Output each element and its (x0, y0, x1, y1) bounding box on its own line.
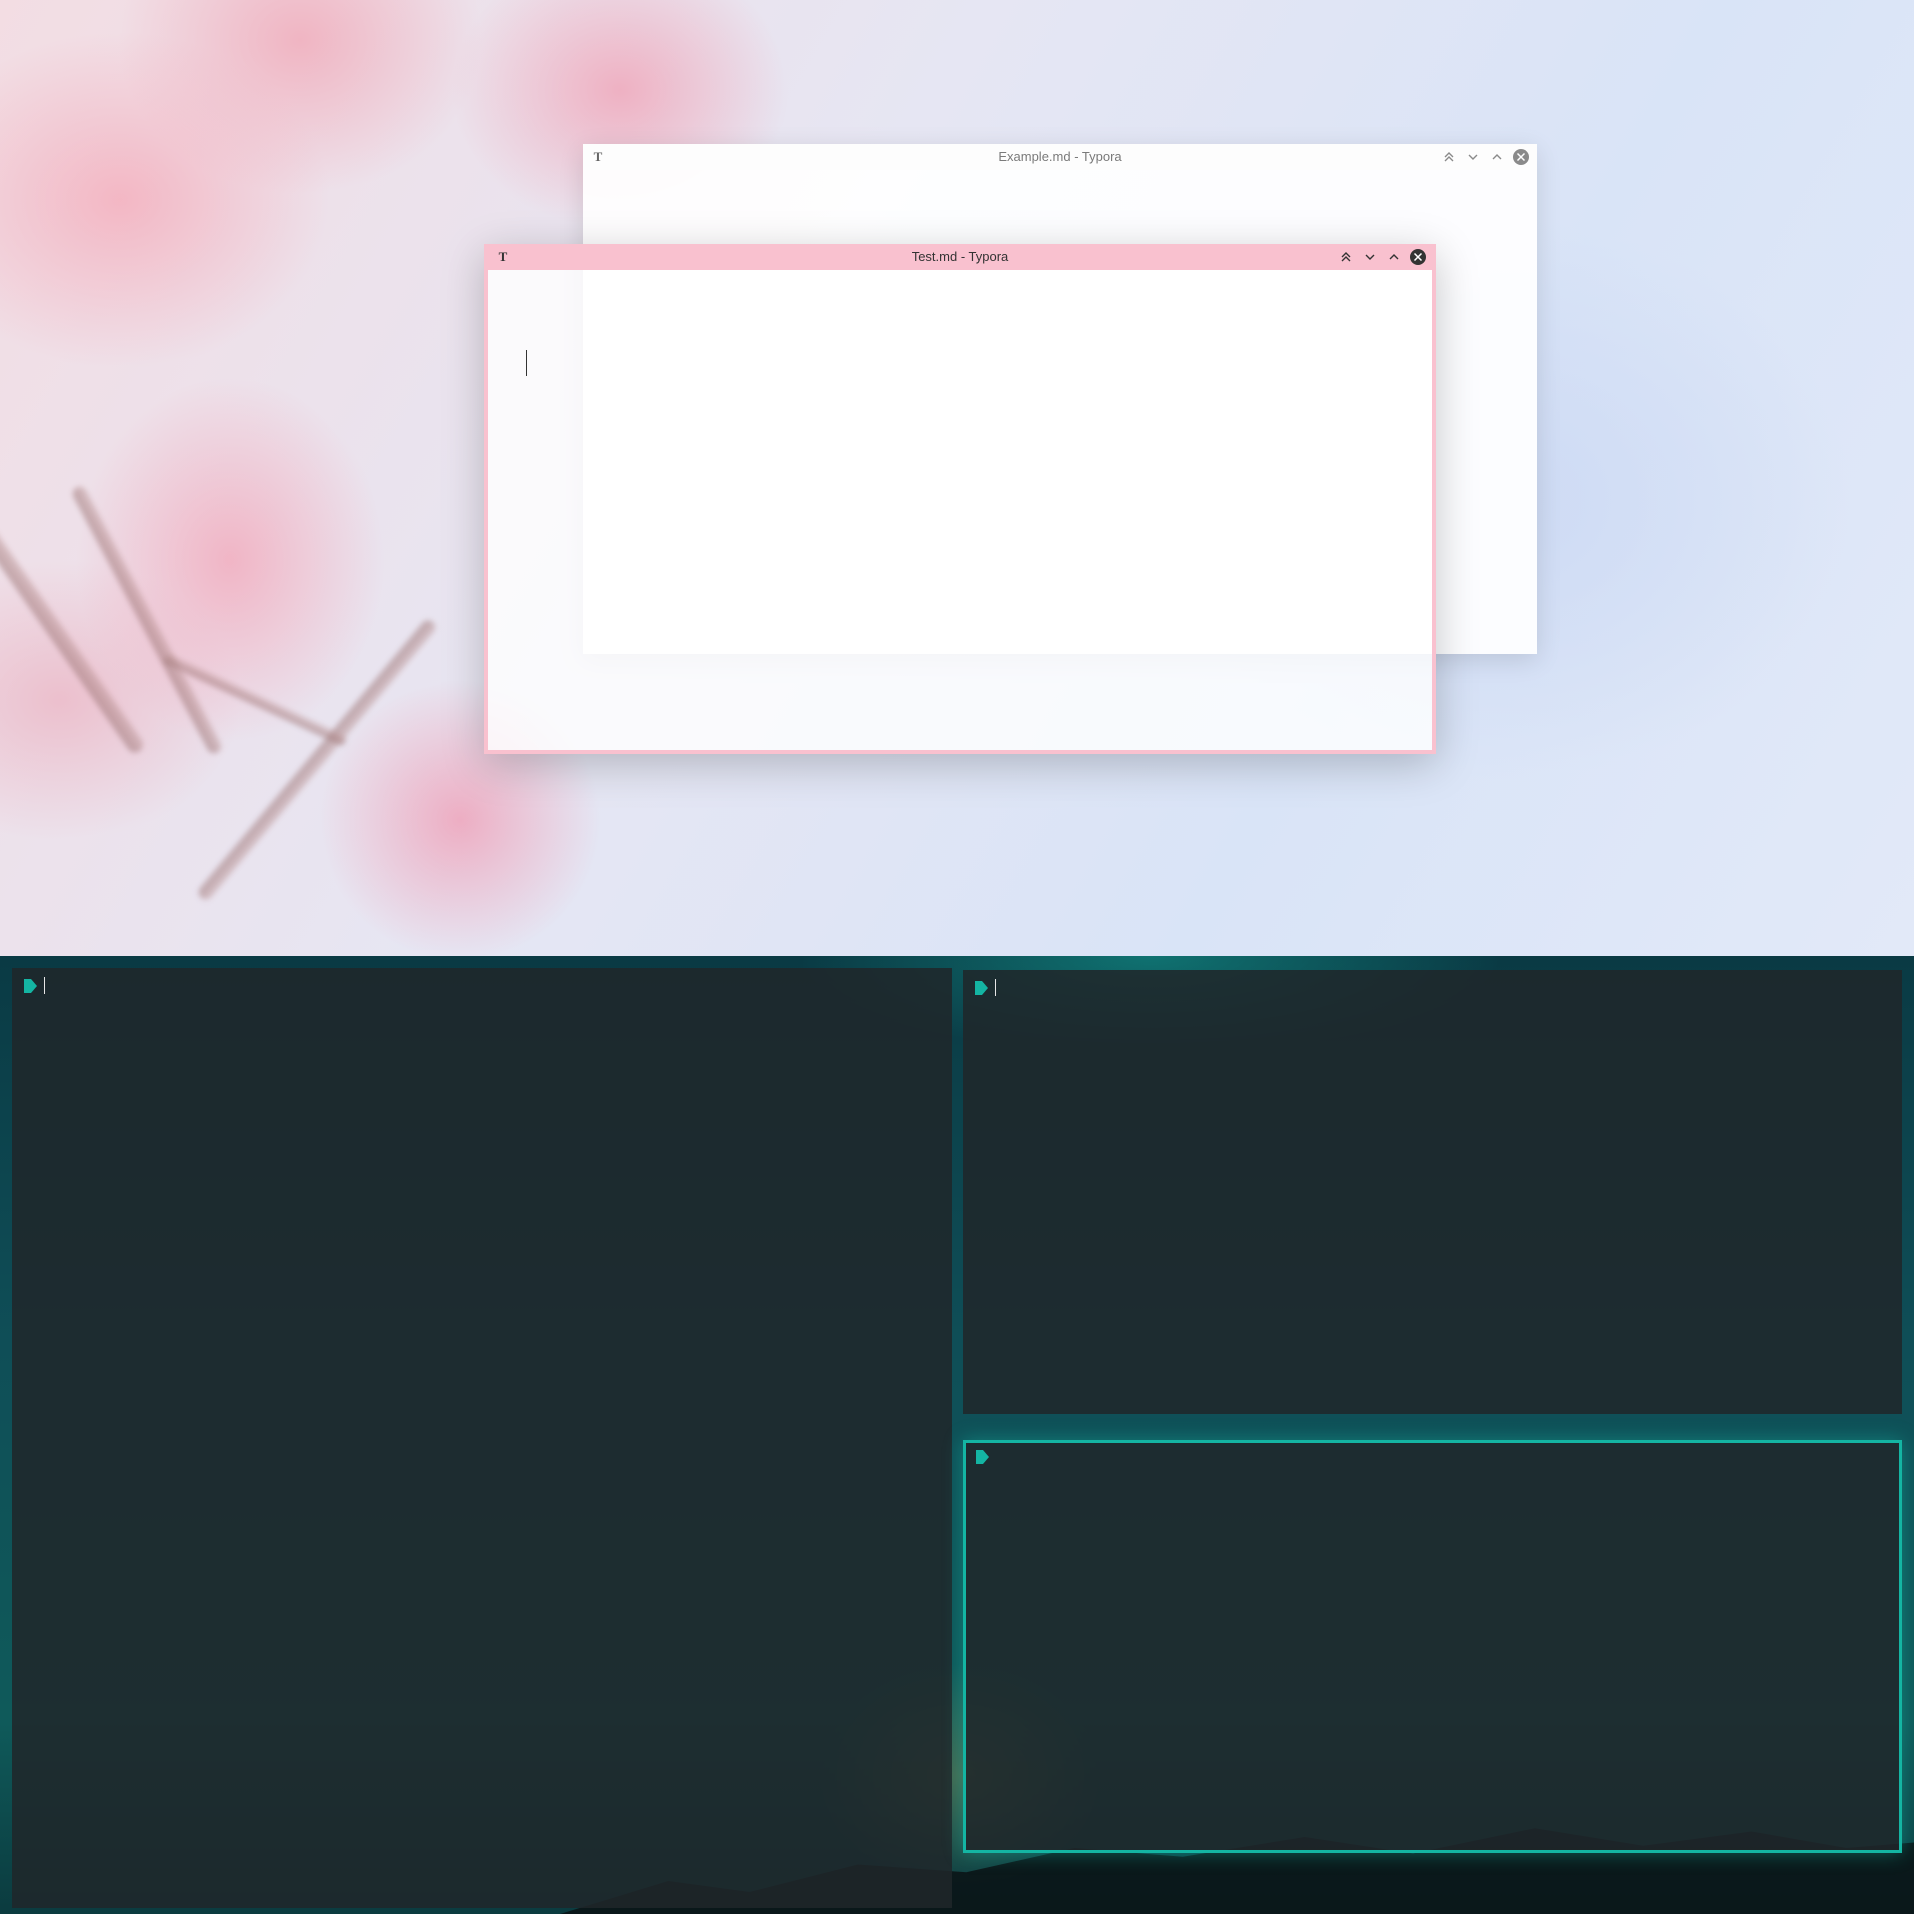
terminal-prompt (973, 979, 996, 996)
terminal-caret (995, 979, 996, 996)
editor-area[interactable] (488, 270, 1432, 750)
prompt-arrow-icon (24, 978, 37, 993)
minimize-icon[interactable] (1463, 147, 1483, 167)
text-caret (526, 350, 527, 376)
wallpaper-branch (70, 484, 224, 756)
keep-above-icon[interactable] (1336, 247, 1356, 267)
prompt-arrow-icon (975, 980, 988, 995)
minimize-icon[interactable] (1360, 247, 1380, 267)
terminal-bottom-right[interactable] (963, 1440, 1902, 1853)
close-icon[interactable] (1511, 147, 1531, 167)
desktop-wallpaper-bottom (0, 956, 1914, 1914)
maximize-icon[interactable] (1384, 247, 1404, 267)
maximize-icon[interactable] (1487, 147, 1507, 167)
wallpaper-branch (195, 617, 439, 903)
desktop-wallpaper-top: T Example.md - Typora T Test.md - Typora (0, 0, 1914, 956)
window-title: Example.md - Typora (998, 149, 1122, 164)
keep-above-icon[interactable] (1439, 147, 1459, 167)
window-titlebar[interactable]: T Test.md - Typora (484, 244, 1436, 270)
wallpaper-branch (0, 484, 147, 756)
window-controls (1439, 147, 1531, 167)
prompt-arrow-icon (976, 1450, 989, 1464)
window-titlebar[interactable]: T Example.md - Typora (583, 144, 1537, 170)
terminal-prompt (974, 1449, 990, 1465)
close-icon[interactable] (1408, 247, 1428, 267)
typora-window-test[interactable]: T Test.md - Typora (484, 244, 1436, 754)
terminal-caret (44, 977, 45, 994)
terminal-top-right[interactable] (963, 970, 1902, 1414)
terminal-left[interactable] (12, 968, 952, 1908)
window-title: Test.md - Typora (911, 249, 1009, 264)
window-controls (1336, 247, 1428, 267)
terminal-prompt (22, 977, 45, 994)
